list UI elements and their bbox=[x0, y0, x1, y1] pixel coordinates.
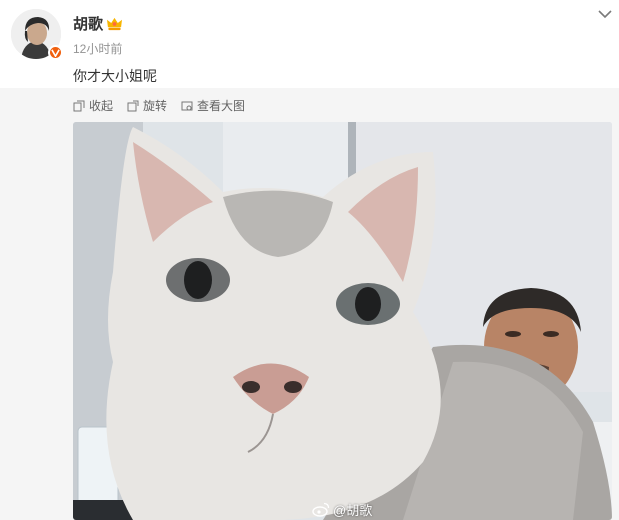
cat-selfie-photo bbox=[73, 122, 612, 520]
view-large-label: 查看大图 bbox=[197, 99, 246, 113]
author-name[interactable]: 胡歌 bbox=[73, 13, 103, 34]
rotate-button[interactable]: 旋转 bbox=[127, 97, 167, 114]
collapse-label: 收起 bbox=[89, 99, 114, 113]
image-watermark: @胡歌 bbox=[312, 500, 372, 519]
author-row: 胡歌 bbox=[73, 13, 123, 34]
crown-icon bbox=[107, 17, 123, 31]
post-text: 你才大小姐呢 bbox=[73, 68, 157, 84]
media-toolbar: 收起 旋转 查看大图 bbox=[73, 97, 245, 114]
post-image[interactable] bbox=[73, 122, 612, 520]
watermark-text: @胡歌 bbox=[333, 503, 373, 518]
weibo-logo-icon bbox=[312, 502, 330, 517]
view-large-button[interactable]: 查看大图 bbox=[181, 97, 245, 114]
collapse-icon bbox=[73, 100, 85, 111]
rotate-icon bbox=[127, 100, 139, 111]
verified-badge-icon bbox=[48, 45, 63, 60]
post-time[interactable]: 12小时前 bbox=[73, 40, 122, 57]
collapse-button[interactable]: 收起 bbox=[73, 97, 113, 114]
view-large-icon bbox=[181, 101, 193, 110]
rotate-label: 旋转 bbox=[143, 99, 168, 113]
chevron-down-icon[interactable] bbox=[597, 8, 613, 20]
